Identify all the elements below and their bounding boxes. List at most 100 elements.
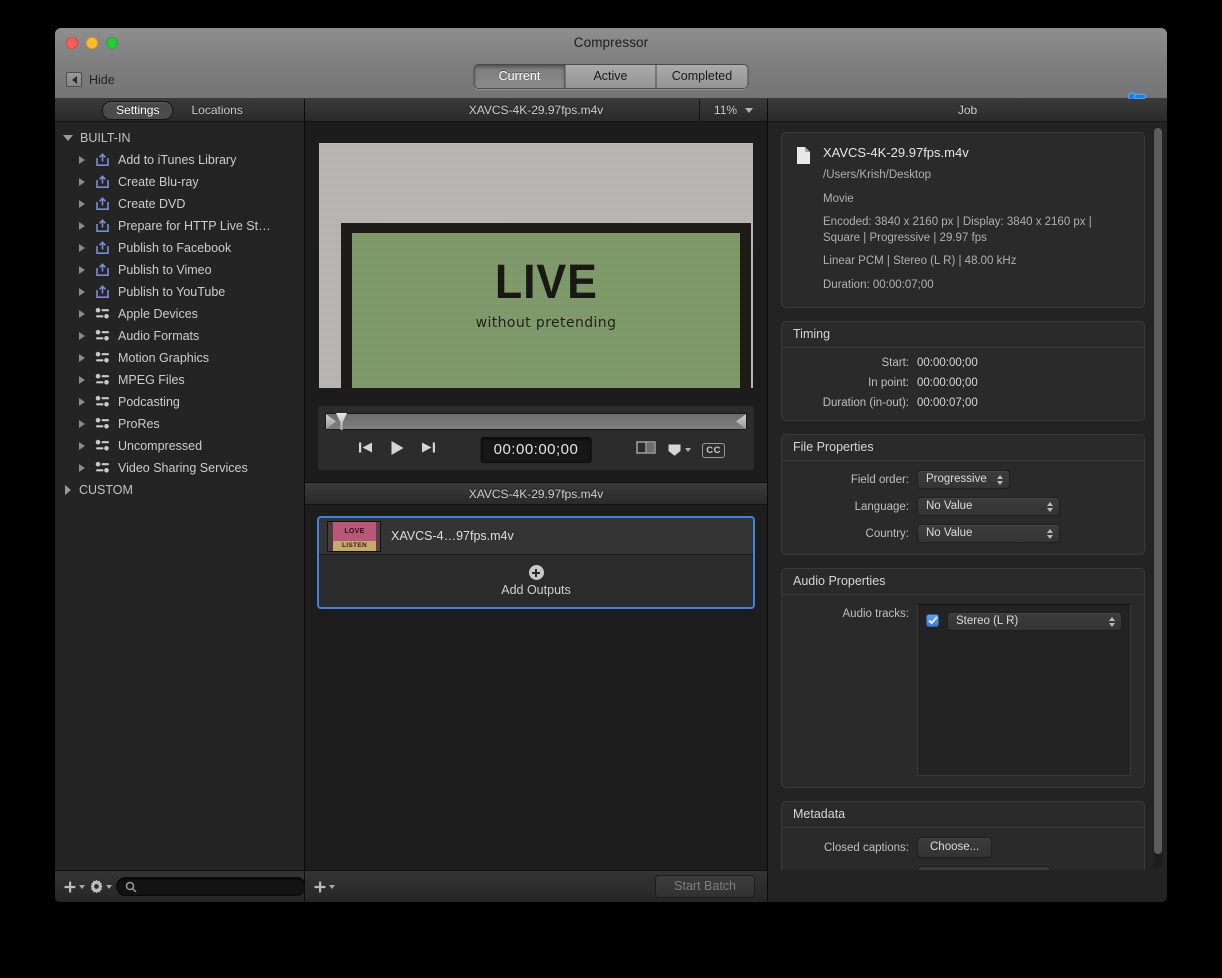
- share-export-icon: [94, 153, 111, 167]
- skip-to-end-icon[interactable]: [420, 440, 437, 460]
- add-outputs-button[interactable]: Add Outputs: [319, 555, 753, 607]
- inspector-scrollbar-thumb[interactable]: [1154, 128, 1162, 854]
- sidebar-item-prepare-for-http-live-streaming[interactable]: Prepare for HTTP Live St…: [55, 215, 304, 237]
- sidebar-item-prores[interactable]: ProRes: [55, 413, 304, 435]
- select-value: Stereo (L R): [956, 615, 1019, 628]
- sidebar-item-uncompressed[interactable]: Uncompressed: [55, 435, 304, 457]
- batch-view-segmented-control[interactable]: Current Active Completed: [473, 64, 749, 89]
- add-setting-button[interactable]: [63, 880, 85, 894]
- job-row[interactable]: LOVE LISTEN XAVCS-4…97fps.m4v: [319, 518, 753, 555]
- sidebar-item-mpeg-files[interactable]: MPEG Files: [55, 369, 304, 391]
- in-point-handle[interactable]: [326, 414, 336, 429]
- hide-button[interactable]: Hide: [66, 72, 115, 87]
- sidebar-item-publish-to-facebook[interactable]: Publish to Facebook: [55, 237, 304, 259]
- tab-locations[interactable]: Locations: [177, 101, 256, 120]
- audio-tracks-list[interactable]: Stereo (L R): [917, 604, 1131, 777]
- start-batch-button[interactable]: Start Batch: [655, 875, 755, 898]
- add-job-annotation-button[interactable]: Add Job Annotation: [917, 866, 1051, 870]
- window-title: Compressor: [573, 35, 649, 50]
- disclosure-triangle-icon[interactable]: [79, 464, 85, 472]
- sidebar-item-podcasting[interactable]: Podcasting: [55, 391, 304, 413]
- marker-icon[interactable]: [667, 443, 692, 457]
- disclosure-triangle-icon[interactable]: [79, 200, 85, 208]
- audio-track-checkbox[interactable]: [926, 614, 939, 628]
- audio-track-select[interactable]: Stereo (L R): [947, 612, 1122, 632]
- playhead[interactable]: [336, 413, 347, 430]
- disclosure-triangle-icon[interactable]: [79, 332, 85, 340]
- disclosure-triangle-icon[interactable]: [79, 244, 85, 252]
- field-order-select[interactable]: Progressive: [917, 470, 1010, 490]
- disclosure-triangle-icon[interactable]: [79, 310, 85, 318]
- settings-list-icon: [94, 351, 111, 365]
- closed-captions-toggle[interactable]: CC: [702, 442, 725, 458]
- scrubber-bar[interactable]: [325, 413, 747, 430]
- disclosure-triangle-icon[interactable]: [79, 442, 85, 450]
- skip-to-start-icon[interactable]: [357, 440, 374, 460]
- item-label: Create Blu-ray: [118, 175, 199, 189]
- play-icon[interactable]: [388, 439, 406, 462]
- row-label: Country:: [865, 527, 909, 540]
- choose-button[interactable]: Choose...: [917, 837, 993, 859]
- country-select[interactable]: No Value: [917, 524, 1060, 544]
- disclosure-triangle-icon[interactable]: [79, 288, 85, 296]
- thumbnail-top-text: LOVE: [344, 527, 365, 535]
- share-export-icon: [94, 175, 111, 189]
- sidebar-item-audio-formats[interactable]: Audio Formats: [55, 325, 304, 347]
- sidebar-item-create-blu-ray[interactable]: Create Blu-ray: [55, 171, 304, 193]
- hide-button-label: Hide: [89, 72, 115, 87]
- search-text-field[interactable]: [143, 880, 297, 893]
- search-input[interactable]: [116, 877, 306, 896]
- stepper-arrows-icon: [1047, 528, 1053, 539]
- settings-group-built-in[interactable]: BUILT-IN: [55, 127, 304, 149]
- sidebar-item-motion-graphics[interactable]: Motion Graphics: [55, 347, 304, 369]
- sidebar-item-publish-to-vimeo[interactable]: Publish to Vimeo: [55, 259, 304, 281]
- settings-locations-tabs[interactable]: Settings Locations: [55, 99, 304, 122]
- disclosure-triangle-icon[interactable]: [79, 156, 85, 164]
- closed-captions-label: Closed captions:: [823, 841, 909, 854]
- sidebar-item-add-to-itunes-library[interactable]: Add to iTunes Library: [55, 149, 304, 171]
- preview-options: CC: [636, 440, 725, 460]
- transport-controls: 00:00:00;00 CC: [317, 405, 755, 471]
- add-job-button[interactable]: [313, 880, 335, 894]
- disclosure-triangle-closed-icon[interactable]: [65, 485, 71, 495]
- tab-current[interactable]: Current: [474, 65, 566, 88]
- tab-settings[interactable]: Settings: [102, 100, 174, 120]
- sidebar-item-video-sharing-services[interactable]: Video Sharing Services: [55, 457, 304, 479]
- disclosure-triangle-icon[interactable]: [79, 354, 85, 362]
- share-export-icon: [94, 197, 111, 211]
- timecode-display[interactable]: 00:00:00;00: [480, 437, 592, 463]
- split-view-icon[interactable]: [636, 440, 656, 460]
- disclosure-triangle-icon[interactable]: [79, 398, 85, 406]
- settings-action-button[interactable]: [89, 879, 112, 894]
- gear-icon: [90, 879, 103, 894]
- item-label: ProRes: [118, 417, 160, 431]
- settings-tree[interactable]: BUILT-IN Add to iTunes Library Create Bl…: [55, 122, 304, 870]
- row-label: Field order:: [850, 473, 909, 486]
- batch-header: XAVCS-4K-29.97fps.m4v: [305, 482, 767, 505]
- settings-list-icon: [94, 461, 111, 475]
- disclosure-triangle-icon[interactable]: [79, 178, 85, 186]
- disclosure-triangle-icon[interactable]: [79, 420, 85, 428]
- settings-group-custom[interactable]: CUSTOM: [55, 479, 304, 501]
- tab-completed[interactable]: Completed: [656, 65, 748, 88]
- timing-row-start: Start: 00:00:00;00: [795, 357, 1131, 369]
- language-select[interactable]: No Value: [917, 497, 1060, 517]
- sidebar-item-create-dvd[interactable]: Create DVD: [55, 193, 304, 215]
- disclosure-triangle-icon[interactable]: [79, 376, 85, 384]
- sidebar-item-publish-to-youtube[interactable]: Publish to YouTube: [55, 281, 304, 303]
- disclosure-triangle-open-icon[interactable]: [63, 135, 73, 141]
- zoom-level-popup[interactable]: 11%: [699, 99, 767, 121]
- disclosure-triangle-icon[interactable]: [79, 222, 85, 230]
- settings-list-icon: [94, 395, 111, 409]
- item-label: Video Sharing Services: [118, 461, 248, 475]
- batch-area[interactable]: LOVE LISTEN XAVCS-4…97fps.m4v Add Output…: [305, 505, 767, 870]
- tab-active[interactable]: Active: [565, 65, 657, 88]
- inspector-title: Job: [957, 103, 978, 117]
- disclosure-triangle-icon[interactable]: [79, 266, 85, 274]
- share-export-icon: [94, 219, 111, 233]
- job-card[interactable]: LOVE LISTEN XAVCS-4…97fps.m4v Add Output…: [317, 516, 755, 609]
- file-video-info: Encoded: 3840 x 2160 px | Display: 3840 …: [823, 216, 1092, 244]
- sidebar-item-apple-devices[interactable]: Apple Devices: [55, 303, 304, 325]
- out-point-handle[interactable]: [736, 414, 746, 429]
- inspector-scrollbar[interactable]: [1154, 128, 1162, 868]
